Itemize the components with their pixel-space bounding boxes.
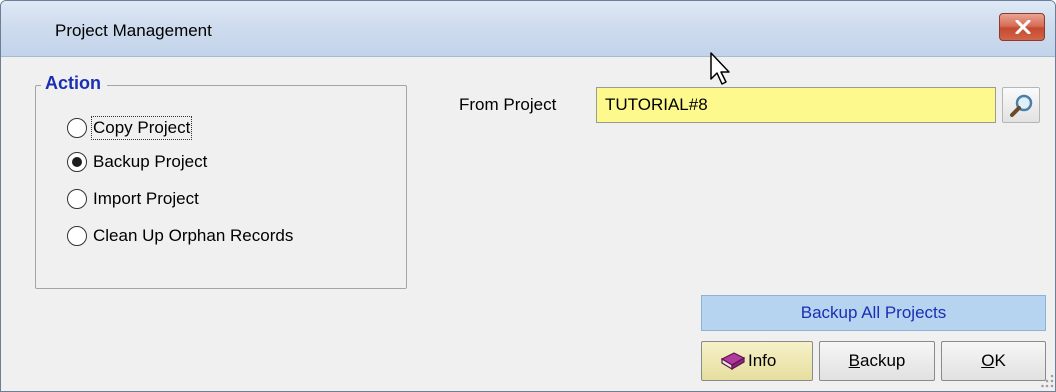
backup-button-label: ackup xyxy=(859,351,906,370)
action-groupbox xyxy=(35,85,407,289)
backup-all-projects-button[interactable]: Backup All Projects xyxy=(701,295,1046,331)
radio-label: Import Project xyxy=(93,189,199,208)
radio-label: Copy Project xyxy=(90,116,193,140)
backup-button[interactable]: Backup xyxy=(819,341,935,381)
magnifier-icon xyxy=(1010,94,1033,117)
ok-button-label: K xyxy=(994,351,1006,370)
action-group-title: Action xyxy=(41,73,107,94)
close-icon xyxy=(1015,20,1031,34)
close-button[interactable] xyxy=(999,13,1045,41)
ok-mnemonic: O xyxy=(981,351,995,370)
ok-button[interactable]: OK xyxy=(941,341,1046,381)
radio-button-selected[interactable] xyxy=(67,152,87,172)
info-button[interactable]: Info xyxy=(701,341,813,381)
backup-mnemonic: B xyxy=(848,351,860,370)
radio-backup-project[interactable]: Backup Project xyxy=(67,151,207,173)
resize-grip-icon[interactable] xyxy=(1041,373,1055,389)
from-project-label: From Project xyxy=(459,95,557,114)
mouse-pointer-icon xyxy=(710,52,730,85)
window-title: Project Management xyxy=(55,21,212,40)
radio-button[interactable] xyxy=(67,226,87,246)
title-bar[interactable]: Project Management xyxy=(1,1,1055,57)
radio-button[interactable] xyxy=(67,118,87,138)
project-management-window: Project Management Action Copy Project B… xyxy=(0,0,1056,392)
radio-label: Clean Up Orphan Records xyxy=(93,226,294,245)
radio-import-project[interactable]: Import Project xyxy=(67,188,199,210)
radio-button[interactable] xyxy=(67,189,87,209)
radio-copy-project[interactable]: Copy Project xyxy=(67,116,193,140)
radio-clean-up-orphan-records[interactable]: Clean Up Orphan Records xyxy=(67,225,293,247)
radio-label: Backup Project xyxy=(93,152,208,171)
book-icon xyxy=(720,352,746,371)
lookup-button[interactable] xyxy=(1002,87,1040,123)
from-project-input[interactable] xyxy=(596,87,996,123)
info-button-label: Info xyxy=(748,351,777,370)
